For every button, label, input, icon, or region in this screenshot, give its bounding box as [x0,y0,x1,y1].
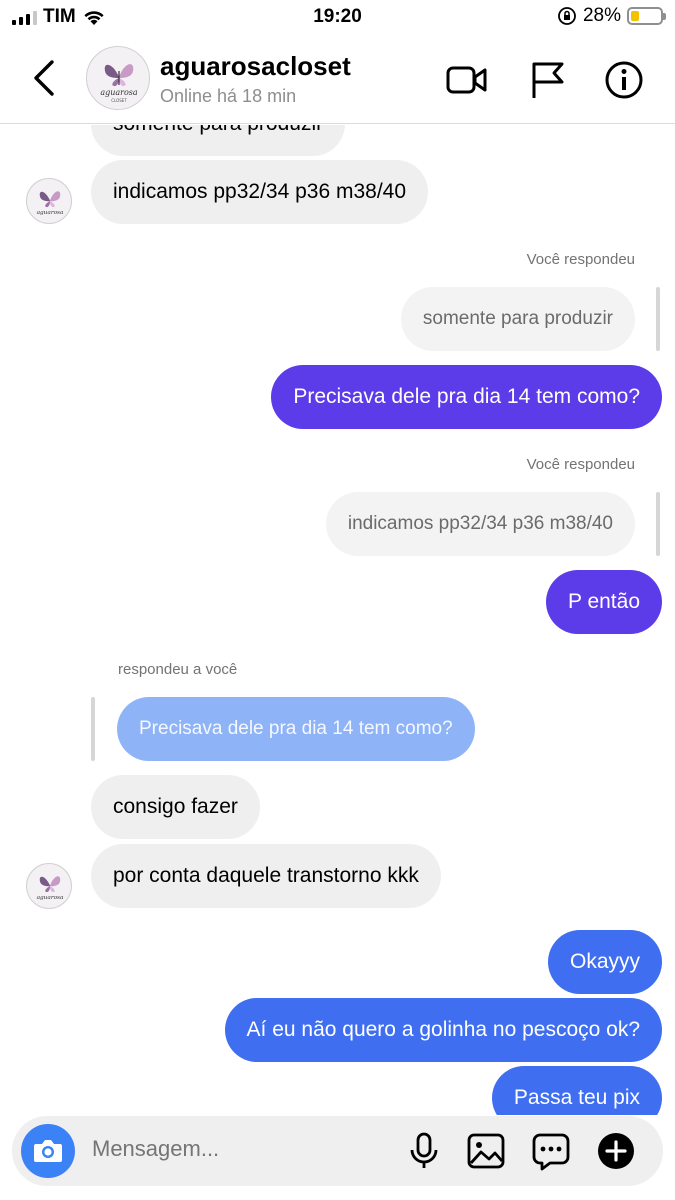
gallery-icon[interactable] [465,1130,507,1172]
reply-label: respondeu a você [118,661,238,678]
back-chevron-icon[interactable] [28,58,62,98]
outgoing-message[interactable]: Precisava dele pra dia 14 tem como? [271,365,662,429]
battery-icon [627,7,666,25]
incoming-message[interactable]: indicamos pp32/34 p36 m38/40 [91,160,429,224]
outgoing-message[interactable]: Aí eu não quero a golinha no pescoço ok? [224,998,662,1062]
camera-button[interactable] [21,1124,75,1178]
butterfly-logo-icon: aguarosa [37,191,64,216]
message-input[interactable] [92,1136,292,1162]
quoted-message[interactable]: Precisava dele pra dia 14 tem como? [117,697,475,761]
plus-icon[interactable] [595,1130,637,1172]
contact-status: Online há 18 min [160,86,297,106]
reply-bar [91,697,95,761]
quoted-message[interactable]: indicamos pp32/34 p36 m38/40 [325,492,635,556]
contact-username[interactable]: aguarosacloset [160,51,351,82]
outgoing-message[interactable]: P então [545,570,662,634]
svg-text:CLOSET: CLOSET [111,98,127,103]
outgoing-message[interactable]: Okayyy [547,930,662,994]
svg-text:aguarosa: aguarosa [37,210,64,216]
reply-bar [656,492,660,556]
status-bar: TIM 19:20 28% [0,0,675,34]
info-icon[interactable] [602,58,646,102]
incoming-message[interactable]: por conta daquele transtorno kkk [91,844,441,908]
camera-icon [34,1140,62,1162]
reply-label: Você respondeu [526,456,635,473]
orientation-lock-icon [558,7,576,25]
microphone-icon[interactable] [403,1130,445,1172]
message-composer [12,1116,663,1186]
contact-avatar[interactable]: aguarosa [26,178,72,224]
avatar[interactable]: aguarosa CLOSET [86,46,150,110]
svg-text:aguarosa: aguarosa [100,88,138,97]
butterfly-logo-icon: aguarosa [37,876,64,901]
chat-header: aguarosa CLOSET aguarosacloset Online há… [0,34,675,124]
incoming-message[interactable]: consigo fazer [91,775,260,839]
reply-bar [656,287,660,351]
message-list[interactable]: somente para produzir aguarosa indicamos… [0,125,675,1115]
quoted-message[interactable]: somente para produzir [400,287,635,351]
video-call-icon[interactable] [445,58,489,102]
incoming-message[interactable]: somente para produzir [91,125,346,156]
butterfly-logo-icon: aguarosa CLOSET [100,64,138,103]
battery-percent: 28% [582,5,621,26]
contact-avatar[interactable]: aguarosa [26,863,72,909]
sticker-icon[interactable] [530,1130,572,1172]
flag-icon[interactable] [526,58,570,102]
svg-text:aguarosa: aguarosa [37,895,64,901]
reply-label: Você respondeu [526,251,635,268]
outgoing-message[interactable]: Passa teu pix [491,1066,662,1115]
